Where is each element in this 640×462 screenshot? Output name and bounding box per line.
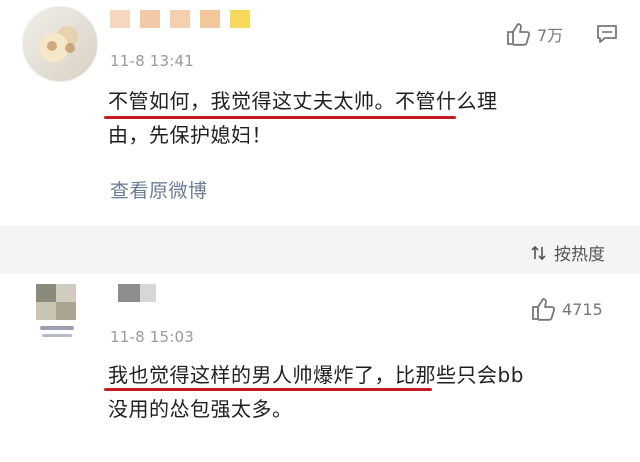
comment-text-line: 由，先保护媳妇！ xyxy=(108,123,272,147)
like-count: 7万 xyxy=(537,26,564,45)
comment-text-line: 不管如何，我觉得这丈夫太帅。不管什么理 xyxy=(108,89,498,113)
timestamp: 11-8 13:41 xyxy=(110,52,195,70)
like-count: 4715 xyxy=(562,299,603,319)
red-underline-annotation xyxy=(104,388,432,391)
like-button[interactable]: 7万 xyxy=(505,22,563,46)
sort-label: 按热度 xyxy=(554,245,605,265)
like-button[interactable]: 4715 xyxy=(530,297,603,321)
comment-text-line: 我也觉得这样的男人帅爆炸了，比那些只会bb xyxy=(108,363,524,387)
red-underline-annotation xyxy=(104,116,456,119)
avatar[interactable] xyxy=(36,284,80,344)
sort-by-hot-button[interactable]: 按热度 xyxy=(530,240,605,265)
username-redacted[interactable] xyxy=(118,284,156,302)
timestamp: 11-8 15:03 xyxy=(110,328,195,346)
comment-icon xyxy=(597,25,617,43)
avatar[interactable] xyxy=(22,6,98,82)
comment-button[interactable] xyxy=(596,24,618,44)
username-redacted[interactable] xyxy=(110,10,250,28)
sort-icon xyxy=(531,245,546,260)
thumb-up-icon xyxy=(532,298,556,321)
comment-text-line: 没用的怂包强太多。 xyxy=(108,397,293,421)
view-original-link[interactable]: 查看原微博 xyxy=(110,176,208,203)
thumb-up-icon xyxy=(507,23,531,46)
comment-text: 我也觉得这样的男人帅爆炸了，比那些只会bb 没用的怂包强太多。 xyxy=(108,358,618,426)
